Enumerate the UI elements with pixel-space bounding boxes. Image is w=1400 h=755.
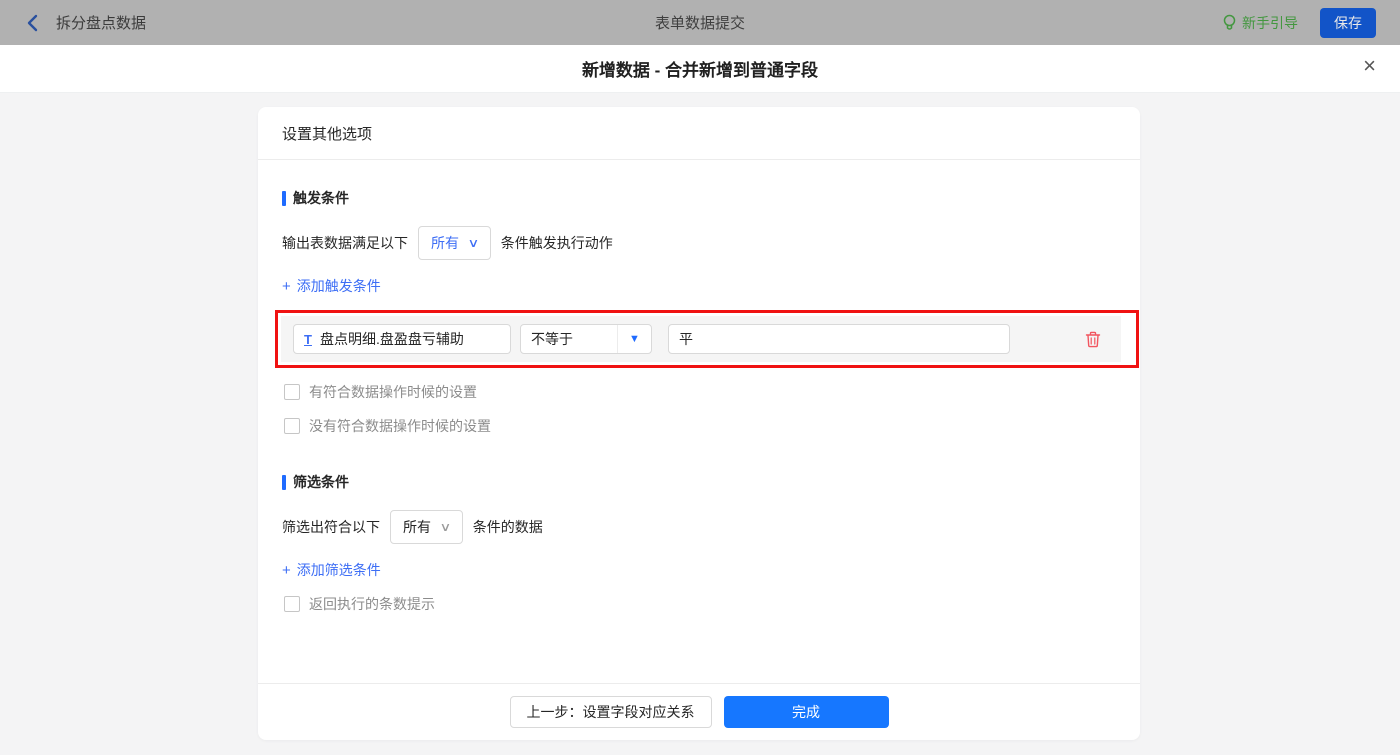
add-filter-condition-link[interactable]: + 添加筛选条件 xyxy=(282,560,381,580)
no-matching-data-checkbox[interactable] xyxy=(284,418,300,434)
return-count-label: 返回执行的条数提示 xyxy=(309,596,435,612)
no-matching-data-option: 没有符合数据操作时候的设置 xyxy=(284,416,1118,436)
lightbulb-icon xyxy=(1222,14,1237,31)
add-trigger-condition-link[interactable]: + 添加触发条件 xyxy=(282,276,381,296)
trigger-section-title: 触发条件 xyxy=(282,188,1118,208)
modal-body: 设置其他选项 触发条件 输出表数据满足以下 所有 ∨ 条件触发执行动作 + 添加… xyxy=(0,93,1400,755)
modal-header: 新增数据 - 合并新增到普通字段 × xyxy=(0,45,1400,93)
previous-step-button[interactable]: 上一步：设置字段对应关系 xyxy=(509,696,712,728)
filter-match-select-value: 所有 xyxy=(403,519,431,535)
filter-sentence-suffix: 条件的数据 xyxy=(472,519,543,535)
has-matching-data-label: 有符合数据操作时候的设置 xyxy=(309,384,477,400)
filter-sentence-prefix: 筛选出符合以下 xyxy=(282,519,380,535)
caret-down-icon: ▼ xyxy=(617,325,651,353)
plus-icon: + xyxy=(282,561,291,579)
close-icon[interactable]: × xyxy=(1363,55,1376,77)
trigger-match-select[interactable]: 所有 ∨ xyxy=(418,226,491,260)
back-page-title[interactable]: 拆分盘点数据 xyxy=(56,12,146,33)
card-footer: 上一步：设置字段对应关系 完成 xyxy=(258,683,1140,740)
highlight-annotation-box: T 盘点明细.盘盈盘亏辅助 不等于 ▼ 平 xyxy=(275,310,1139,368)
trigger-sentence-suffix: 条件触发执行动作 xyxy=(500,235,613,251)
trigger-sentence-prefix: 输出表数据满足以下 xyxy=(282,235,408,251)
beginner-guide-link[interactable]: 新手引导 xyxy=(1222,13,1298,33)
text-field-type-icon: T xyxy=(304,331,312,347)
card-header: 设置其他选项 xyxy=(258,107,1140,160)
section-marker-bar xyxy=(282,474,286,490)
modal-dialog: 新增数据 - 合并新增到普通字段 × 设置其他选项 触发条件 输出表数据满足以下… xyxy=(0,45,1400,755)
trigger-match-select-value: 所有 xyxy=(431,235,459,251)
chevron-down-icon: ∨ xyxy=(439,520,452,534)
plus-icon: + xyxy=(282,277,291,295)
no-matching-data-label: 没有符合数据操作时候的设置 xyxy=(309,418,491,434)
card-header-label: 设置其他选项 xyxy=(282,125,373,143)
condition-operator-select[interactable]: 不等于 ▼ xyxy=(520,324,652,354)
filter-match-select[interactable]: 所有 ∨ xyxy=(390,510,463,544)
add-trigger-condition-label: 添加触发条件 xyxy=(296,278,381,294)
delete-condition-trash-icon[interactable] xyxy=(1085,331,1101,348)
return-count-option: 返回执行的条数提示 xyxy=(284,594,1118,614)
return-count-checkbox[interactable] xyxy=(284,596,300,612)
condition-value-input[interactable]: 平 xyxy=(668,324,1010,354)
back-chevron-icon[interactable] xyxy=(24,14,42,32)
has-matching-data-checkbox[interactable] xyxy=(284,384,300,400)
app-title: 表单数据提交 xyxy=(654,15,745,32)
add-filter-condition-label: 添加筛选条件 xyxy=(296,562,381,578)
condition-field-input[interactable]: T 盘点明细.盘盈盘亏辅助 xyxy=(293,324,511,354)
trigger-match-sentence: 输出表数据满足以下 所有 ∨ 条件触发执行动作 xyxy=(282,226,1118,260)
chevron-down-icon: ∨ xyxy=(467,236,480,250)
options-card: 设置其他选项 触发条件 输出表数据满足以下 所有 ∨ 条件触发执行动作 + 添加… xyxy=(258,107,1140,740)
save-button[interactable]: 保存 xyxy=(1320,7,1376,38)
done-button[interactable]: 完成 xyxy=(723,696,889,728)
card-content: 触发条件 输出表数据满足以下 所有 ∨ 条件触发执行动作 + 添加触发条件 T … xyxy=(258,160,1140,683)
filter-match-sentence: 筛选出符合以下 所有 ∨ 条件的数据 xyxy=(282,510,1118,544)
modal-title: 新增数据 - 合并新增到普通字段 xyxy=(581,61,819,80)
condition-operator-value: 不等于 xyxy=(531,331,573,347)
trigger-condition-row: T 盘点明细.盘盈盘亏辅助 不等于 ▼ 平 xyxy=(281,316,1121,362)
section-marker-bar xyxy=(282,190,286,206)
filter-section-title: 筛选条件 xyxy=(282,472,1118,492)
has-matching-data-option: 有符合数据操作时候的设置 xyxy=(284,382,1118,402)
top-navigation-bar: 拆分盘点数据 表单数据提交 新手引导 保存 xyxy=(0,0,1400,45)
condition-field-value: 盘点明细.盘盈盘亏辅助 xyxy=(319,331,464,347)
beginner-guide-label: 新手引导 xyxy=(1242,14,1298,31)
